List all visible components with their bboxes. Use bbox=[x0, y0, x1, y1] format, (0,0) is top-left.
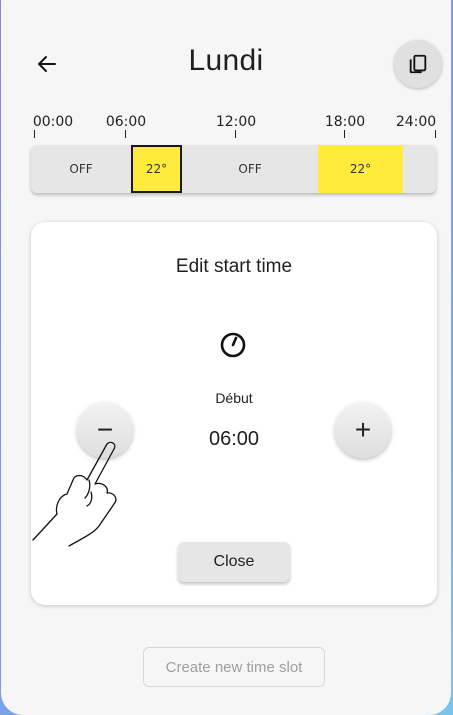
tick-label: 18:00 bbox=[324, 114, 366, 130]
tick-mark bbox=[235, 130, 236, 138]
tick-mark bbox=[344, 130, 345, 138]
field-label: Début bbox=[215, 390, 253, 406]
clock-icon bbox=[220, 332, 246, 358]
tick-mark bbox=[435, 130, 436, 138]
copy-icon bbox=[409, 54, 427, 74]
edit-start-time-card: Edit start time Début − 06:00 + Close bbox=[31, 222, 437, 605]
copy-button[interactable] bbox=[394, 40, 442, 88]
timeline-segment-off[interactable]: OFF bbox=[31, 145, 131, 193]
timeline-segment-heat[interactable]: 22° bbox=[318, 145, 403, 193]
timeline-segment-off[interactable]: OFF bbox=[182, 145, 318, 193]
tick-mark bbox=[125, 130, 126, 138]
tick-mark bbox=[34, 130, 35, 138]
tick-label: 24:00 bbox=[395, 114, 437, 130]
day-timeline: OFF 22° OFF 22° bbox=[31, 145, 436, 193]
close-button[interactable]: Close bbox=[178, 542, 290, 582]
page-title: Lundi bbox=[188, 44, 264, 77]
card-title: Edit start time bbox=[175, 256, 293, 277]
create-time-slot-button[interactable]: Create new time slot bbox=[143, 647, 325, 687]
tick-label: 06:00 bbox=[105, 114, 147, 130]
tick-label: 12:00 bbox=[215, 114, 257, 130]
screen: Lundi 00:00 06:00 12:00 18:00 24:00 OFF … bbox=[1, 0, 451, 715]
increment-button[interactable]: + bbox=[335, 402, 391, 458]
timeline-segment-heat-selected[interactable]: 22° bbox=[131, 145, 182, 193]
tick-label: 00:00 bbox=[32, 114, 74, 130]
